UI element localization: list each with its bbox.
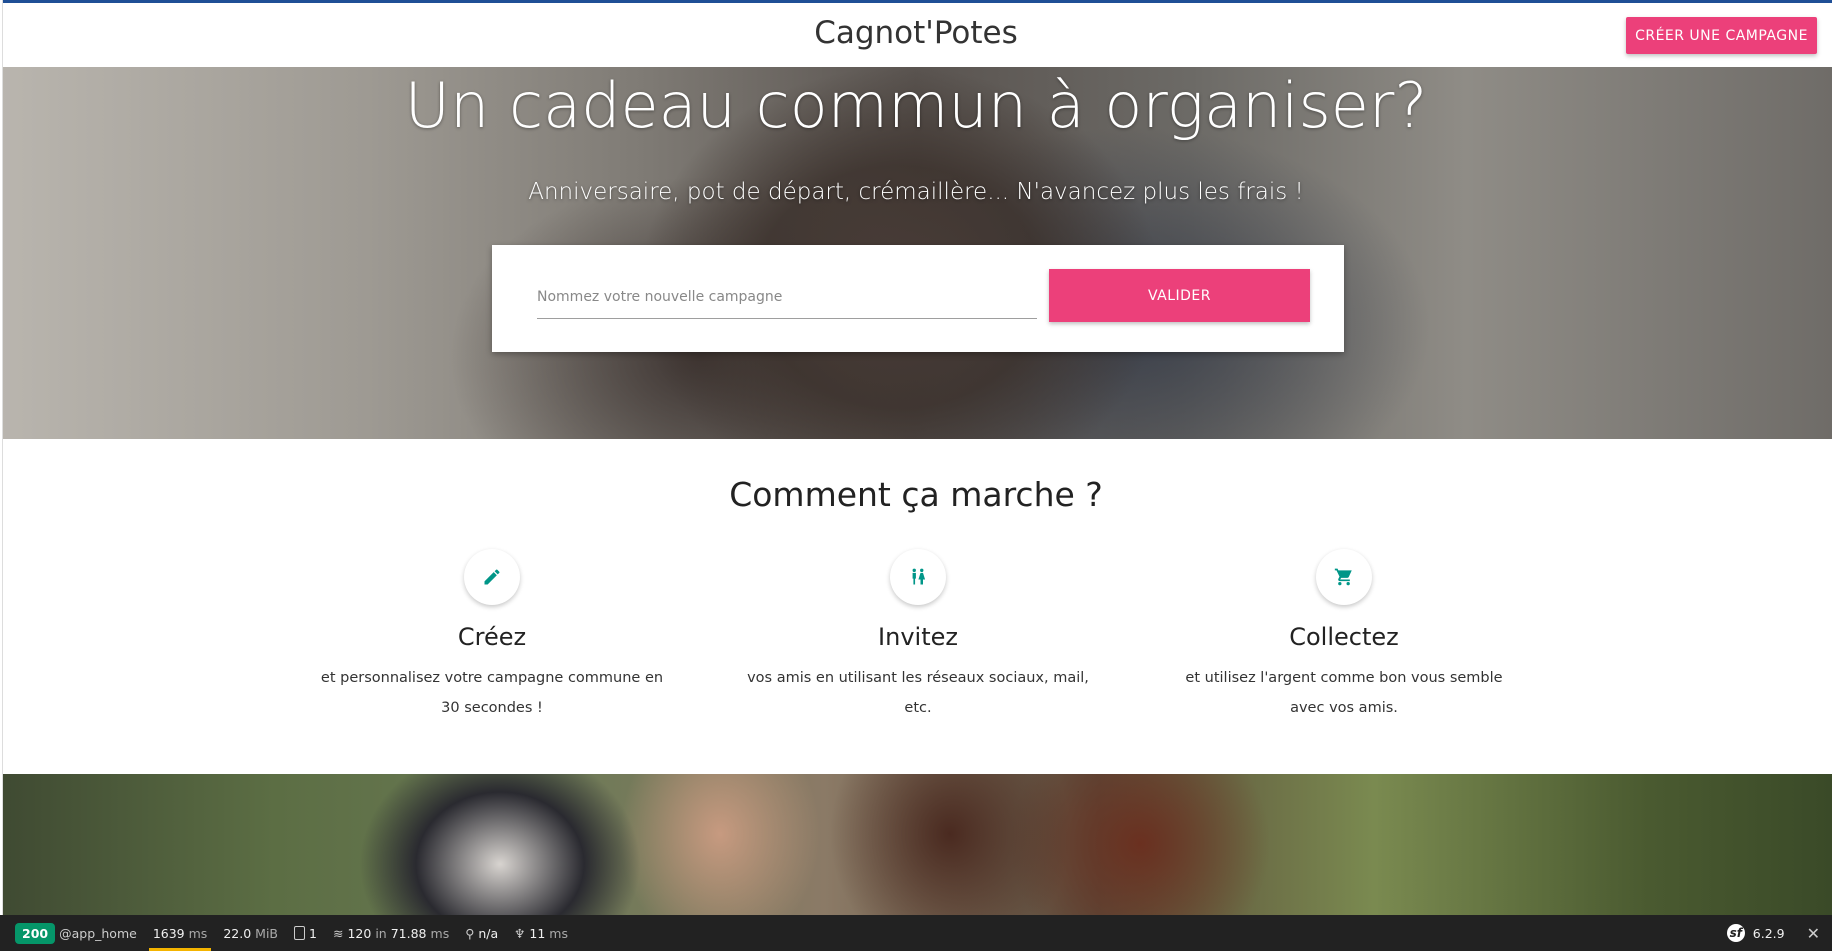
queries-count: 120	[347, 925, 372, 941]
hero-section: Un cadeau commun à organiser? Anniversai…	[0, 67, 1832, 439]
twig-time: 11	[529, 925, 546, 941]
logs-count: 1	[309, 925, 317, 941]
step-collect: Collectez et utilisez l'argent comme bon…	[1154, 549, 1534, 723]
layers-icon: ≋	[332, 925, 344, 941]
cart-icon	[1316, 549, 1372, 605]
time-item[interactable]: 1639 ms	[145, 915, 216, 951]
left-border	[0, 0, 3, 915]
close-icon[interactable]: ✕	[1807, 924, 1820, 943]
create-campaign-button[interactable]: CRÉER UNE CAMPAGNE	[1626, 17, 1817, 54]
step-title: Collectez	[1289, 623, 1399, 651]
twig-item[interactable]: ♆ 11 ms	[506, 915, 576, 951]
user-icon: ⚲	[465, 925, 475, 941]
step-text: et personnalisez votre campagne commune …	[320, 670, 664, 716]
memory-unit: MiB	[255, 925, 279, 941]
status-item[interactable]: 200 @app_home	[0, 915, 145, 951]
log-icon	[294, 926, 306, 940]
pencil-icon	[464, 549, 520, 605]
how-it-works-section: Comment ça marche ? Créez et personnalis…	[0, 439, 1832, 774]
symfony-logo-icon[interactable]: sf	[1726, 924, 1745, 942]
twig-icon: ♆	[514, 925, 526, 941]
queries-unit: ms	[430, 925, 450, 941]
step-title: Créez	[457, 623, 527, 651]
db-item[interactable]: ≋ 120 in 71.88 ms	[325, 915, 457, 951]
campaign-name-input[interactable]	[537, 275, 1037, 319]
step-text: vos amis en utilisant les réseaux sociau…	[747, 670, 1089, 716]
time-value: 1639	[152, 925, 185, 941]
hero-title: Un cadeau commun à organiser?	[404, 69, 1428, 142]
time-unit: ms	[188, 925, 208, 941]
brand-title[interactable]: Cagnot'Potes	[0, 15, 1832, 51]
step-invite: Invitez vos amis en utilisant les réseau…	[728, 549, 1108, 723]
friends-photo	[0, 774, 1832, 915]
hero-subtitle: Anniversaire, pot de départ, crémaillère…	[528, 179, 1304, 205]
logs-item[interactable]: 1	[286, 915, 325, 951]
queries-time: 71.88	[390, 925, 427, 941]
step-text: et utilisez l'argent comme bon vous semb…	[1185, 670, 1503, 716]
people-icon	[890, 549, 946, 605]
debug-toolbar: 200 @app_home 1639 ms 22.0 MiB 1 ≋ 120 in 71.8…	[0, 915, 1832, 951]
campaign-form: VALIDER	[492, 245, 1344, 352]
user-item[interactable]: ⚲ n/a	[457, 915, 506, 951]
memory-item[interactable]: 22.0 MiB	[215, 915, 286, 951]
header: Cagnot'Potes CRÉER UNE CAMPAGNE	[0, 3, 1832, 67]
validate-button[interactable]: VALIDER	[1049, 269, 1310, 322]
memory-value: 22.0	[223, 925, 252, 941]
step-create: Créez et personnalisez votre campagne co…	[302, 549, 682, 723]
step-title: Invitez	[878, 623, 958, 651]
section-title: Comment ça marche ?	[729, 475, 1103, 514]
symfony-version[interactable]: 6.2.9	[1753, 926, 1785, 941]
user-value: n/a	[478, 925, 499, 941]
route-name: @app_home	[59, 925, 137, 941]
queries-in: in	[375, 925, 387, 941]
status-badge: 200	[15, 922, 56, 944]
twig-unit: ms	[549, 925, 568, 941]
